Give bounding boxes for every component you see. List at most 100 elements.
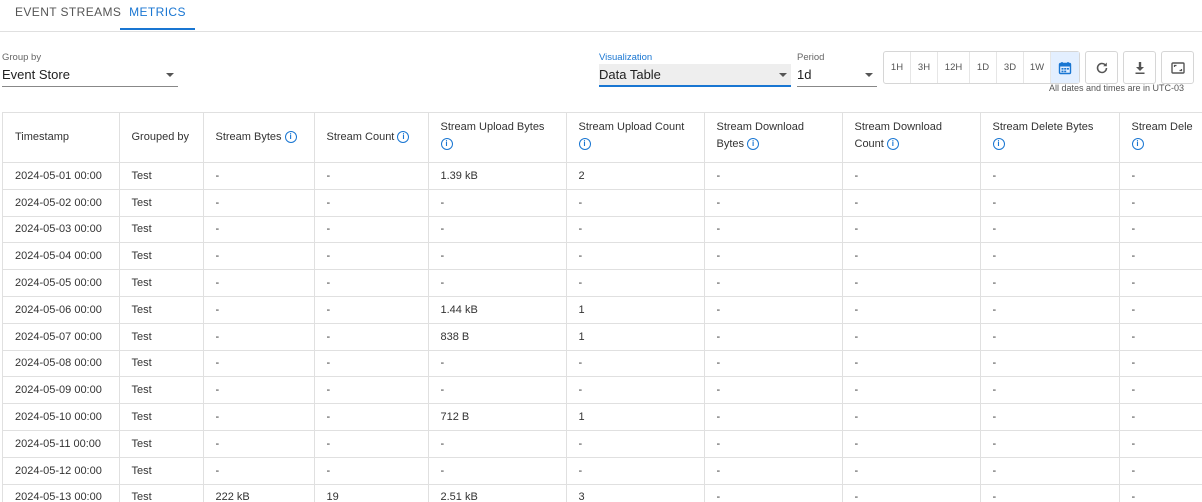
table-cell: - — [1119, 323, 1202, 350]
table-cell: - — [704, 216, 842, 243]
table-cell: - — [203, 323, 314, 350]
table-cell: - — [566, 430, 704, 457]
period-12h-button[interactable]: 12H — [938, 52, 970, 83]
table-cell: 1.44 kB — [428, 296, 566, 323]
table-cell: - — [842, 350, 980, 377]
table-row[interactable]: 2024-05-04 00:00Test-------- — [3, 243, 1202, 270]
period-select[interactable]: Period 1d — [797, 52, 877, 87]
table-row[interactable]: 2024-05-07 00:00Test--838 B1---- — [3, 323, 1202, 350]
table-cell: Test — [119, 243, 203, 270]
table-cell: - — [203, 457, 314, 484]
table-cell: - — [1119, 484, 1202, 502]
tab-metrics[interactable]: METRICS — [120, 0, 195, 30]
table-cell: Test — [119, 323, 203, 350]
fullscreen-button[interactable] — [1161, 51, 1194, 84]
table-cell: 838 B — [428, 323, 566, 350]
column-header-stream-upload-bytes[interactable]: Stream Upload Bytesi — [428, 113, 566, 163]
metrics-table-container[interactable]: Timestamp Grouped by Stream Bytes i Stre… — [2, 112, 1202, 502]
table-cell: - — [203, 350, 314, 377]
table-row[interactable]: 2024-05-03 00:00Test-------- — [3, 216, 1202, 243]
column-header-stream-download-bytes[interactable]: Stream Download Bytes i — [704, 113, 842, 163]
download-icon — [1133, 61, 1147, 75]
table-cell: Test — [119, 189, 203, 216]
info-icon[interactable]: i — [747, 138, 759, 150]
column-header-stream-delete-bytes[interactable]: Stream Delete Bytesi — [980, 113, 1119, 163]
visualization-value: Data Table — [599, 67, 791, 83]
group-by-label: Group by — [2, 52, 178, 63]
table-row[interactable]: 2024-05-12 00:00Test-------- — [3, 457, 1202, 484]
table-row[interactable]: 2024-05-10 00:00Test--712 B1---- — [3, 404, 1202, 431]
metrics-table: Timestamp Grouped by Stream Bytes i Stre… — [3, 113, 1202, 502]
table-row[interactable]: 2024-05-13 00:00Test222 kB192.51 kB3---- — [3, 484, 1202, 502]
column-header-stream-delete-count[interactable]: Stream Delei — [1119, 113, 1202, 163]
table-row[interactable]: 2024-05-06 00:00Test--1.44 kB1---- — [3, 296, 1202, 323]
table-cell: - — [203, 296, 314, 323]
table-cell: 2024-05-07 00:00 — [3, 323, 119, 350]
table-row[interactable]: 2024-05-05 00:00Test-------- — [3, 270, 1202, 297]
period-3d-button[interactable]: 3D — [997, 52, 1024, 83]
column-header-stream-upload-count[interactable]: Stream Upload Counti — [566, 113, 704, 163]
table-cell: 2024-05-13 00:00 — [3, 484, 119, 502]
table-cell: - — [428, 270, 566, 297]
table-cell: - — [704, 323, 842, 350]
table-cell: - — [704, 243, 842, 270]
period-1w-button[interactable]: 1W — [1024, 52, 1051, 83]
table-row[interactable]: 2024-05-11 00:00Test-------- — [3, 430, 1202, 457]
table-row[interactable]: 2024-05-01 00:00Test--1.39 kB2---- — [3, 163, 1202, 190]
info-icon[interactable]: i — [285, 131, 297, 143]
period-1d-button[interactable]: 1D — [970, 52, 997, 83]
visualization-select[interactable]: Visualization Data Table — [599, 52, 791, 86]
table-cell: Test — [119, 350, 203, 377]
table-cell: - — [704, 484, 842, 502]
column-header-timestamp[interactable]: Timestamp — [3, 113, 119, 163]
download-button[interactable] — [1123, 51, 1156, 84]
table-cell: 3 — [566, 484, 704, 502]
table-cell: - — [704, 404, 842, 431]
group-by-select[interactable]: Group by Event Store — [2, 52, 178, 87]
table-cell: - — [704, 270, 842, 297]
table-cell: - — [980, 430, 1119, 457]
table-cell: - — [314, 377, 428, 404]
table-cell: - — [314, 404, 428, 431]
table-cell: - — [980, 216, 1119, 243]
table-cell: - — [1119, 270, 1202, 297]
info-icon[interactable]: i — [1132, 138, 1144, 150]
table-cell: - — [203, 270, 314, 297]
table-cell: - — [980, 323, 1119, 350]
calendar-button[interactable] — [1051, 52, 1079, 83]
table-row[interactable]: 2024-05-08 00:00Test-------- — [3, 350, 1202, 377]
column-header-stream-bytes[interactable]: Stream Bytes i — [203, 113, 314, 163]
table-cell: - — [428, 377, 566, 404]
table-cell: - — [704, 296, 842, 323]
table-cell: - — [314, 457, 428, 484]
table-cell: - — [980, 296, 1119, 323]
column-header-grouped-by[interactable]: Grouped by — [119, 113, 203, 163]
info-icon[interactable]: i — [441, 138, 453, 150]
table-cell: - — [203, 216, 314, 243]
column-header-stream-download-count[interactable]: Stream Download Count i — [842, 113, 980, 163]
period-3h-button[interactable]: 3H — [911, 52, 938, 83]
table-cell: - — [314, 430, 428, 457]
info-icon[interactable]: i — [993, 138, 1005, 150]
table-cell: Test — [119, 216, 203, 243]
table-header-row: Timestamp Grouped by Stream Bytes i Stre… — [3, 113, 1202, 163]
table-cell: 2024-05-05 00:00 — [3, 270, 119, 297]
table-cell: - — [842, 189, 980, 216]
refresh-button[interactable] — [1085, 51, 1118, 84]
info-icon[interactable]: i — [397, 131, 409, 143]
info-icon[interactable]: i — [579, 138, 591, 150]
table-row[interactable]: 2024-05-02 00:00Test-------- — [3, 189, 1202, 216]
table-cell: - — [314, 270, 428, 297]
info-icon[interactable]: i — [887, 138, 899, 150]
table-cell: - — [1119, 163, 1202, 190]
table-cell: Test — [119, 484, 203, 502]
table-cell: 2024-05-09 00:00 — [3, 377, 119, 404]
table-cell: Test — [119, 430, 203, 457]
table-row[interactable]: 2024-05-09 00:00Test-------- — [3, 377, 1202, 404]
table-cell: 2024-05-01 00:00 — [3, 163, 119, 190]
column-header-stream-count[interactable]: Stream Count i — [314, 113, 428, 163]
period-1h-button[interactable]: 1H — [884, 52, 911, 83]
tab-event-streams[interactable]: EVENT STREAMS — [15, 0, 121, 30]
table-cell: 1 — [566, 404, 704, 431]
table-cell: - — [1119, 377, 1202, 404]
